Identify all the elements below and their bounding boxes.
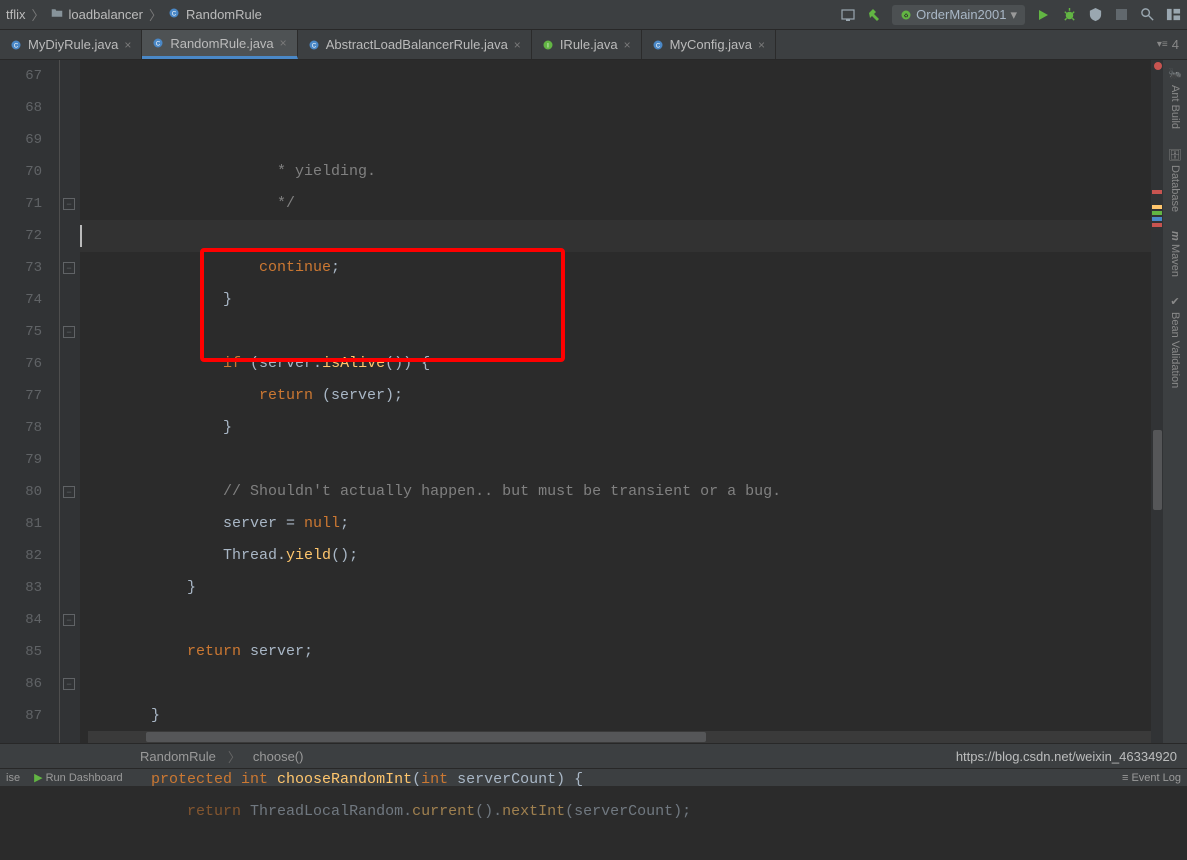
- breadcrumb-item[interactable]: loadbalancer: [69, 7, 143, 22]
- debug-icon[interactable]: [1061, 7, 1077, 23]
- folder-icon: [51, 7, 63, 22]
- close-icon[interactable]: ×: [624, 38, 631, 52]
- tab-label: AbstractLoadBalancerRule.java: [326, 37, 508, 52]
- stripe-marker[interactable]: [1152, 223, 1162, 227]
- editor: 676869707172 737475767778 798081828384 8…: [0, 60, 1187, 743]
- close-icon[interactable]: ×: [758, 38, 765, 52]
- event-log-button[interactable]: ≡ Event Log: [1122, 772, 1181, 784]
- tab-myconfig[interactable]: C MyConfig.java ×: [642, 30, 776, 59]
- ant-icon: 🐜: [1169, 68, 1182, 81]
- error-stripe[interactable]: [1151, 60, 1163, 743]
- editor-crumb-method[interactable]: choose(): [253, 749, 304, 764]
- horizontal-scrollbar[interactable]: [88, 731, 1151, 743]
- tab-label: MyDiyRule.java: [28, 37, 118, 52]
- stripe-marker[interactable]: [1152, 211, 1162, 215]
- svg-text:C: C: [156, 41, 161, 47]
- tab-label: RandomRule.java: [170, 36, 273, 51]
- breadcrumb-sep: 〉: [32, 5, 45, 24]
- breadcrumb-item[interactable]: tflix: [6, 7, 26, 22]
- stop-icon[interactable]: [1113, 7, 1129, 23]
- editor-crumb-class[interactable]: RandomRule: [140, 749, 216, 764]
- tab-label: MyConfig.java: [670, 37, 752, 52]
- svg-text:C: C: [312, 43, 317, 49]
- bean-validation-tool[interactable]: ✔ Bean Validation: [1169, 295, 1182, 388]
- svg-text:♻: ♻: [904, 13, 909, 19]
- maven-tool[interactable]: m Maven: [1169, 231, 1181, 278]
- svg-text:C: C: [655, 43, 660, 49]
- tab-abstractloadbalancerrule[interactable]: C AbstractLoadBalancerRule.java ×: [298, 30, 532, 59]
- maven-icon: m: [1169, 231, 1181, 241]
- close-icon[interactable]: ×: [514, 38, 521, 52]
- status-item[interactable]: ise: [6, 772, 20, 784]
- editor-tabs-bar: C MyDiyRule.java × C RandomRule.java × C…: [0, 30, 1187, 60]
- fold-end-icon[interactable]: −: [63, 198, 75, 210]
- code-area[interactable]: * yielding. */ Thread.yield(); continue;…: [80, 60, 1187, 743]
- stripe-marker[interactable]: [1152, 205, 1162, 209]
- fold-gutter[interactable]: − − − − − −: [60, 60, 80, 743]
- fold-start-icon[interactable]: −: [63, 678, 75, 690]
- device-icon[interactable]: [840, 7, 856, 23]
- current-line-highlight: [80, 220, 1187, 252]
- tab-label: IRule.java: [560, 37, 618, 52]
- svg-text:C: C: [172, 11, 177, 17]
- line-number-gutter[interactable]: 676869707172 737475767778 798081828384 8…: [0, 60, 60, 743]
- database-tool[interactable]: 🗄 Database: [1169, 147, 1182, 212]
- search-icon[interactable]: [1139, 7, 1155, 23]
- caret: [80, 225, 82, 247]
- fold-end-icon[interactable]: −: [63, 486, 75, 498]
- chevron-down-icon: ▾: [1010, 7, 1017, 23]
- fold-end-icon[interactable]: −: [63, 326, 75, 338]
- breadcrumb-sep: 〉: [228, 747, 241, 766]
- stripe-marker[interactable]: [1152, 190, 1162, 194]
- fold-end-icon[interactable]: −: [63, 614, 75, 626]
- breadcrumb-sep: 〉: [149, 5, 162, 24]
- vertical-scrollbar-thumb[interactable]: [1153, 430, 1162, 510]
- fold-start-icon[interactable]: −: [63, 262, 75, 274]
- error-marker[interactable]: [1154, 62, 1162, 70]
- tab-mydiyrule[interactable]: C MyDiyRule.java ×: [0, 30, 142, 59]
- database-icon: 🗄: [1169, 147, 1182, 161]
- run-configuration-selector[interactable]: ♻ OrderMain2001 ▾: [892, 5, 1025, 25]
- hammer-icon[interactable]: [866, 7, 882, 23]
- tabs-overflow[interactable]: ▾≡4: [1157, 30, 1187, 59]
- navigation-bar: tflix 〉 loadbalancer 〉 C RandomRule ♻ Or…: [0, 0, 1187, 30]
- toolbar-right: ♻ OrderMain2001 ▾: [840, 5, 1181, 25]
- project-structure-icon[interactable]: [1165, 7, 1181, 23]
- ant-build-tool[interactable]: 🐜 Ant Build: [1169, 68, 1182, 129]
- breadcrumb-item[interactable]: RandomRule: [186, 7, 262, 22]
- tab-irule[interactable]: I IRule.java ×: [532, 30, 642, 59]
- run-icon: ▶: [34, 772, 46, 784]
- tab-randomrule[interactable]: C RandomRule.java ×: [142, 30, 297, 59]
- breadcrumb: tflix 〉 loadbalancer 〉 C RandomRule: [6, 5, 262, 24]
- class-icon: C: [168, 7, 180, 22]
- run-config-label: OrderMain2001: [916, 7, 1006, 22]
- coverage-icon[interactable]: [1087, 7, 1103, 23]
- right-tool-strip: 🐜 Ant Build 🗄 Database m Maven ✔ Bean Va…: [1163, 60, 1187, 743]
- close-icon[interactable]: ×: [280, 36, 287, 50]
- bean-icon: ✔: [1169, 295, 1182, 308]
- scrollbar-thumb[interactable]: [146, 732, 706, 742]
- hidden-tab-count: 4: [1172, 37, 1179, 52]
- run-icon[interactable]: [1035, 7, 1051, 23]
- svg-text:C: C: [14, 43, 19, 49]
- close-icon[interactable]: ×: [124, 38, 131, 52]
- stripe-marker[interactable]: [1152, 217, 1162, 221]
